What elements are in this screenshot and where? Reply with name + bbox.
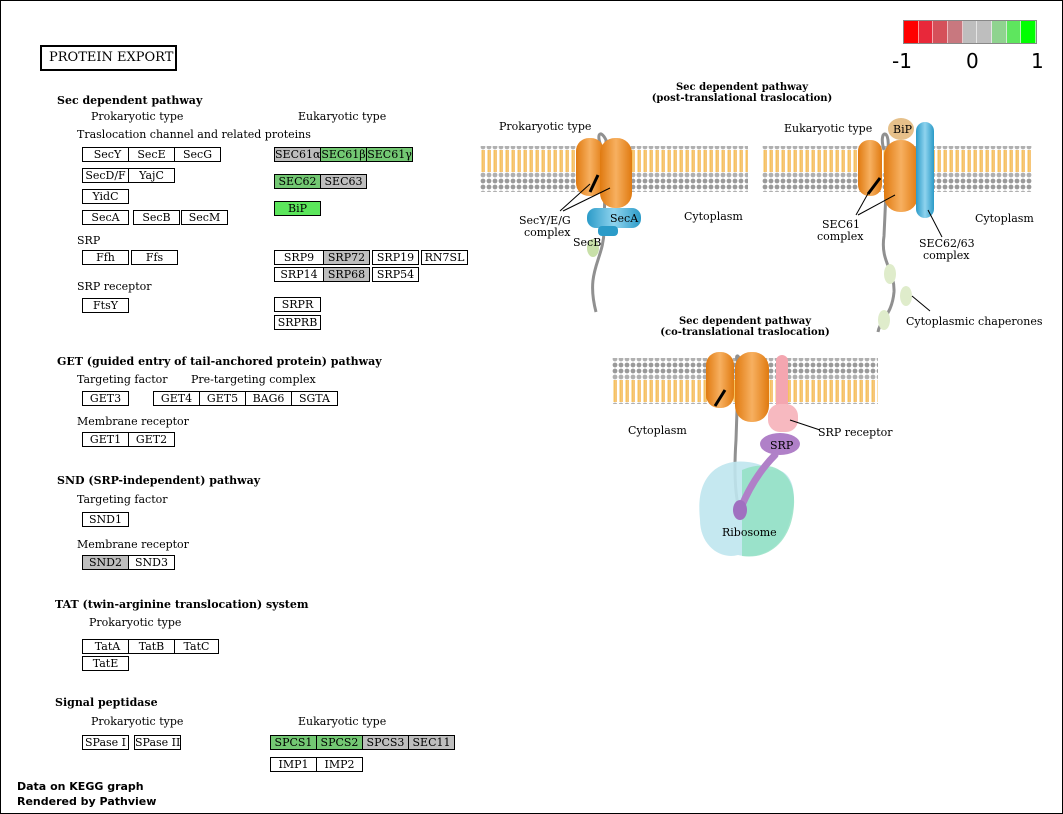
get-pretargeting-label: Pre-targeting complex: [191, 373, 316, 386]
gene-IMP1[interactable]: IMP1: [270, 757, 317, 772]
gene-SRP14[interactable]: SRP14: [274, 267, 324, 282]
sp-euk-label: Eukaryotic type: [298, 715, 387, 728]
gene-Ffs[interactable]: Ffs: [131, 250, 178, 265]
gene-SRP72[interactable]: SRP72: [323, 250, 370, 265]
legend-swatch-7: [1006, 21, 1022, 43]
pathway-page: -1 0 1 PROTEIN EXPORT Sec dependent path…: [0, 0, 1063, 814]
legend-swatch-1: [918, 21, 934, 43]
gene-SecY[interactable]: SecY: [82, 147, 133, 162]
gene-SND3[interactable]: SND3: [128, 555, 175, 570]
pathway-title: PROTEIN EXPORT: [40, 45, 177, 71]
gene-SRP19[interactable]: SRP19: [372, 250, 419, 265]
legend-mid-label: 0: [966, 49, 979, 73]
gene-GET1[interactable]: GET1: [82, 432, 129, 447]
legend-swatch-5: [977, 21, 993, 43]
section-get-heading: GET (guided entry of tail-anchored prote…: [57, 355, 382, 368]
gene-SEC61b[interactable]: SEC61β: [320, 147, 367, 162]
sec-euk-label: Eukaryotic type: [298, 110, 387, 123]
legend-swatch-6: [992, 21, 1007, 43]
sec-prok-label: Prokaryotic type: [91, 110, 184, 123]
gene-SecB[interactable]: SecB: [133, 210, 180, 225]
legend-swatch-0: [904, 21, 919, 43]
gene-SEC61a[interactable]: SEC61α: [274, 147, 321, 162]
gene-SEC62[interactable]: SEC62: [274, 174, 321, 189]
gene-FtsY[interactable]: FtsY: [82, 298, 129, 313]
gene-SPCS2[interactable]: SPCS2: [316, 735, 363, 750]
transloc-label: Traslocation channel and related protein…: [77, 128, 311, 141]
gene-RN7SL[interactable]: RN7SL: [421, 250, 468, 265]
gene-SecM[interactable]: SecM: [181, 210, 228, 225]
legend-swatch-2: [933, 21, 949, 43]
legend-max-label: 1: [1031, 49, 1044, 73]
gene-SND2[interactable]: SND2: [82, 555, 129, 570]
gene-SPCS3[interactable]: SPCS3: [362, 735, 409, 750]
sp-prok-label: Prokaryotic type: [91, 715, 184, 728]
gene-TatE[interactable]: TatE: [82, 656, 129, 671]
gene-SGTA[interactable]: SGTA: [291, 391, 338, 406]
gene-YidC[interactable]: YidC: [82, 189, 129, 204]
legend-swatch-8: [1021, 21, 1037, 43]
gene-SND1[interactable]: SND1: [82, 512, 129, 527]
gene-TatC[interactable]: TatC: [174, 639, 219, 654]
get-targeting-label: Targeting factor: [77, 373, 168, 386]
gene-BiP[interactable]: BiP: [274, 201, 321, 216]
snd-membrane-receptor-label: Membrane receptor: [77, 538, 189, 551]
gene-SEC11[interactable]: SEC11: [408, 735, 455, 750]
gene-SPaseII[interactable]: SPase II: [134, 735, 181, 750]
gene-SecG[interactable]: SecG: [174, 147, 221, 162]
gene-SEC61g[interactable]: SEC61γ: [366, 147, 413, 162]
gene-GET2[interactable]: GET2: [128, 432, 175, 447]
section-sec-heading: Sec dependent pathway: [57, 94, 203, 107]
gene-GET4[interactable]: GET4: [153, 391, 200, 406]
gene-YajC[interactable]: YajC: [128, 168, 175, 183]
gene-IMP2[interactable]: IMP2: [316, 757, 363, 772]
tat-prok-label: Prokaryotic type: [89, 616, 182, 629]
section-sp-heading: Signal peptidase: [55, 696, 158, 709]
gene-SPaseI[interactable]: SPase I: [82, 735, 129, 750]
gene-SecE[interactable]: SecE: [128, 147, 175, 162]
snd-targeting-label: Targeting factor: [77, 493, 168, 506]
gene-BAG6[interactable]: BAG6: [245, 391, 292, 406]
srp-receptor-label: SRP receptor: [77, 280, 152, 293]
gene-TatA[interactable]: TatA: [82, 639, 133, 654]
legend-swatch-3: [948, 21, 963, 43]
gene-GET3[interactable]: GET3: [82, 391, 129, 406]
gene-SRP54[interactable]: SRP54: [372, 267, 419, 282]
footer-line1: Data on KEGG graph: [17, 780, 144, 793]
srp-label: SRP: [77, 234, 101, 247]
gene-SRPR[interactable]: SRPR: [274, 297, 321, 312]
gene-SPCS1[interactable]: SPCS1: [270, 735, 317, 750]
get-membrane-receptor-label: Membrane receptor: [77, 415, 189, 428]
gene-SEC63[interactable]: SEC63: [320, 174, 367, 189]
gene-SecDF[interactable]: SecD/F: [82, 168, 129, 183]
section-tat-heading: TAT (twin-arginine translocation) system: [55, 598, 309, 611]
legend-swatch-4: [962, 21, 978, 43]
gene-SRP68[interactable]: SRP68: [323, 267, 370, 282]
gene-SecA[interactable]: SecA: [82, 210, 129, 225]
gene-TatB[interactable]: TatB: [128, 639, 175, 654]
gene-Ffh[interactable]: Ffh: [82, 250, 129, 265]
gene-SRPRB[interactable]: SRPRB: [274, 315, 321, 330]
legend-min-label: -1: [892, 49, 912, 73]
gene-GET5[interactable]: GET5: [199, 391, 246, 406]
section-snd-heading: SND (SRP-independent) pathway: [57, 474, 261, 487]
footer-line2: Rendered by Pathview: [17, 795, 157, 808]
gene-SRP9[interactable]: SRP9: [274, 250, 324, 265]
legend-swatches: [903, 20, 1037, 44]
color-legend: [903, 20, 1037, 44]
